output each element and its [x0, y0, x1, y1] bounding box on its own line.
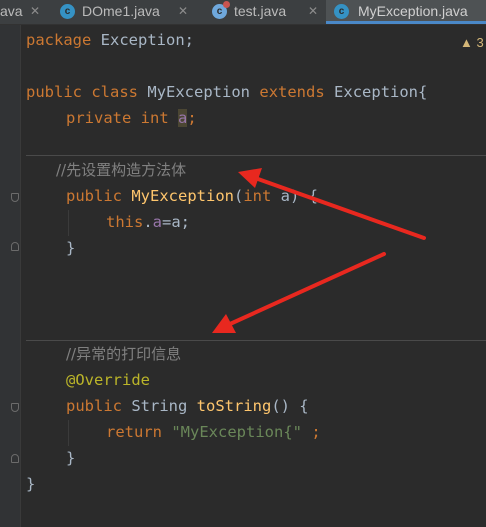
code-line-15: public String toString() {: [66, 397, 309, 415]
close-icon[interactable]: ✕: [308, 0, 318, 22]
code-line-3: public class MyException extends Excepti…: [26, 83, 428, 101]
code-editor[interactable]: package Exception; public class MyExcept…: [26, 25, 486, 527]
code-line-14: @Override: [66, 371, 150, 389]
fold-toggle-icon[interactable]: [11, 454, 19, 463]
code-line-8: this.a=a;: [106, 213, 191, 231]
close-icon[interactable]: ✕: [178, 0, 188, 22]
close-icon[interactable]: ✕: [30, 0, 40, 22]
fold-toggle-icon[interactable]: [11, 403, 19, 412]
comment-print-info: //异常的打印信息: [66, 345, 182, 363]
code-line-7: public MyException(int a) {: [66, 187, 319, 205]
code-line-1: package Exception;: [26, 31, 194, 49]
code-line-9: }: [66, 239, 76, 257]
tab-test-java[interactable]: c test.java ✕: [208, 0, 324, 24]
fold-toggle-icon[interactable]: [11, 242, 19, 251]
tab-myexception-java[interactable]: c MyException.java: [326, 0, 486, 24]
java-class-icon: c: [334, 4, 349, 19]
tab-label: test.java: [234, 3, 287, 19]
java-class-error-icon: c: [212, 1, 230, 19]
java-class-icon: c: [60, 4, 75, 19]
code-line-18: }: [26, 475, 36, 493]
tab-dome1-java[interactable]: c DOme1.java ✕: [54, 0, 202, 24]
code-line-17: }: [66, 449, 76, 467]
code-line-16: return "MyException{" ;: [106, 423, 321, 441]
tab-label: ava: [0, 3, 23, 19]
tab-label: DOme1.java: [82, 3, 160, 19]
code-line-4: private int a;: [66, 109, 197, 127]
comment-constructor: //先设置构造方法体: [56, 161, 187, 179]
editor-gutter: [0, 25, 20, 527]
highlighted-field: a: [178, 109, 188, 127]
tab-partial[interactable]: ava ✕: [0, 0, 48, 24]
fold-toggle-icon[interactable]: [11, 193, 19, 202]
tab-label: MyException.java: [358, 3, 468, 19]
gutter-divider: [20, 25, 21, 527]
editor-tab-bar: ava ✕ c DOme1.java ✕ c test.java ✕ c MyE…: [0, 0, 486, 25]
